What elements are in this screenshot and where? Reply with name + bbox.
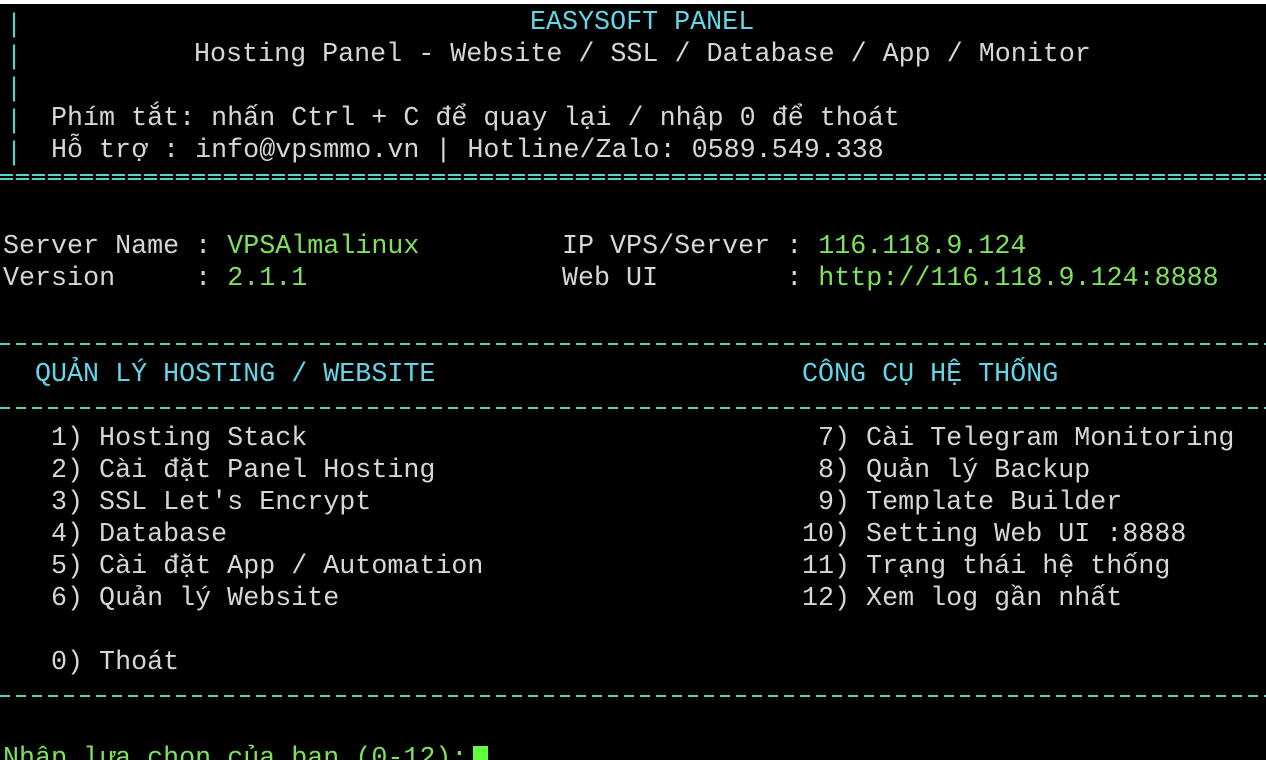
menu-item-manage-website[interactable]: 6) Quản lý Website [35, 583, 339, 615]
version-row: Version : 2.1.1 [3, 263, 307, 295]
menu-item-exit[interactable]: 0) Thoát [35, 647, 179, 679]
version-label: Version : [3, 264, 212, 294]
dash-separator [0, 407, 1266, 409]
terminal-window[interactable]: | | | | | EASYSOFT PANEL Hosting Panel -… [0, 4, 1266, 760]
menu-item-backup[interactable]: 8) Quản lý Backup [802, 455, 1090, 487]
support-info: Hỗ trợ : info@vpsmmo.vn | Hotline/Zalo: … [51, 136, 884, 166]
ip-value: 116.118.9.124 [818, 232, 1027, 262]
menu-item-web-ui-setting[interactable]: 10) Setting Web UI :8888 [802, 519, 1186, 551]
webui-label: Web UI : [562, 264, 803, 294]
double-separator [0, 171, 1266, 183]
input-prompt: Nhập lựa chọn của bạn (0-12): [3, 744, 468, 760]
border-bar: | [6, 139, 23, 169]
version-value: 2.1.1 [227, 264, 308, 294]
menu-item-hosting-stack[interactable]: 1) Hosting Stack [35, 423, 307, 455]
cursor-block[interactable] [473, 745, 489, 760]
menu-item-database[interactable]: 4) Database [35, 519, 227, 551]
menu-item-telegram-monitoring[interactable]: 7) Cài Telegram Monitoring [802, 423, 1234, 455]
panel-title: EASYSOFT PANEL [530, 8, 755, 38]
shortcut-hint: Phím tắt: nhấn Ctrl + C để quay lại / nh… [51, 104, 900, 134]
section-title-system-tools: CÔNG CỤ HỆ THỐNG [802, 360, 1059, 390]
server-name-row: Server Name : VPSAlmalinux [3, 231, 419, 263]
border-bar: | [6, 43, 23, 73]
webui-row: Web UI : http://116.118.9.124:8888 [562, 263, 1219, 295]
dash-separator [0, 343, 1266, 345]
ip-row: IP VPS/Server : 116.118.9.124 [562, 231, 1026, 263]
ip-label: IP VPS/Server : [562, 232, 803, 262]
dash-separator [0, 695, 1266, 697]
menu-item-template-builder[interactable]: 9) Template Builder [802, 487, 1122, 519]
menu-item-system-status[interactable]: 11) Trạng thái hệ thống [802, 551, 1170, 583]
webui-value: http://116.118.9.124:8888 [818, 264, 1219, 294]
server-name-value: VPSAlmalinux [227, 232, 420, 262]
border-bar: | [6, 107, 23, 137]
server-name-label: Server Name : [3, 232, 212, 262]
border-bar: | [6, 11, 23, 41]
panel-subtitle: Hosting Panel - Website / SSL / Database… [194, 40, 1091, 70]
menu-item-install-app[interactable]: 5) Cài đặt App / Automation [35, 551, 483, 583]
menu-item-view-log[interactable]: 12) Xem log gần nhất [802, 583, 1122, 615]
section-title-hosting: QUẢN LÝ HOSTING / WEBSITE [35, 360, 436, 390]
menu-item-ssl[interactable]: 3) SSL Let's Encrypt [35, 487, 371, 519]
menu-item-install-panel[interactable]: 2) Cài đặt Panel Hosting [35, 455, 435, 487]
input-prompt-row[interactable]: Nhập lựa chọn của bạn (0-12): [3, 743, 489, 760]
border-bar: | [6, 75, 23, 105]
